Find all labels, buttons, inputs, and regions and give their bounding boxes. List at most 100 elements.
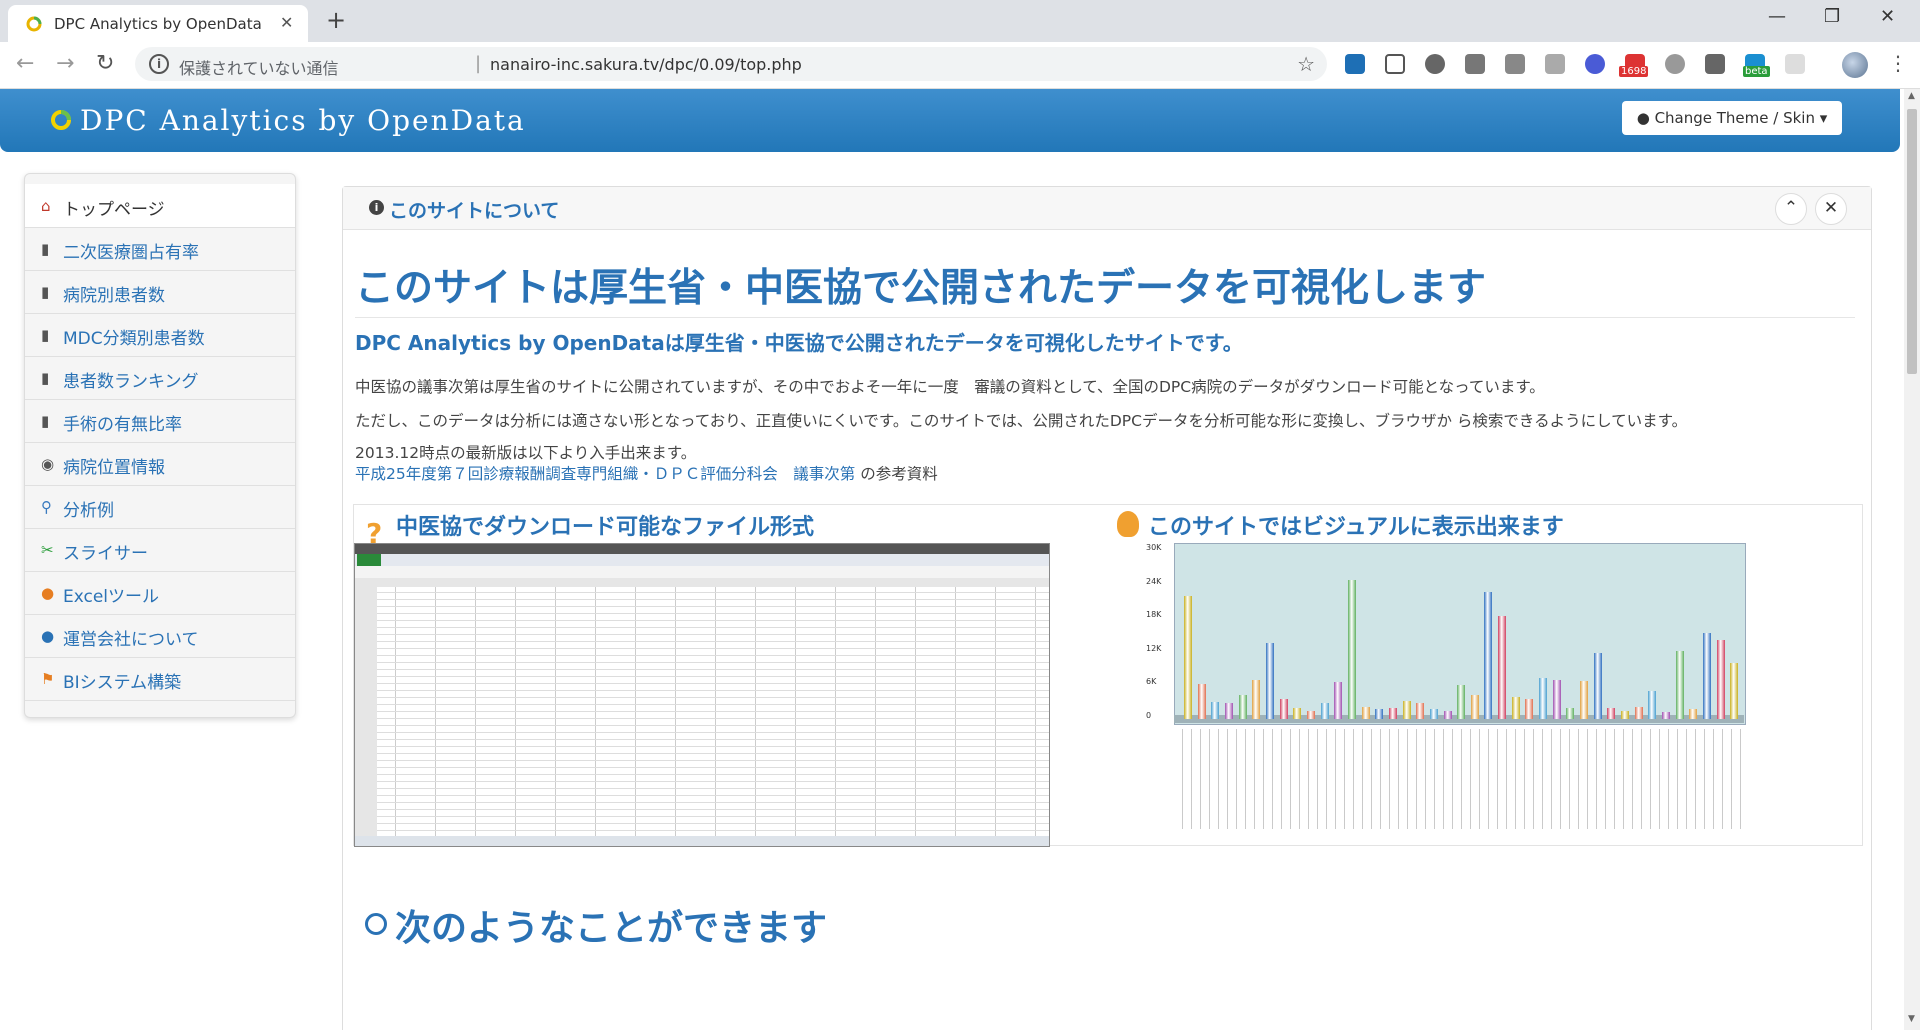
sidebar-item-label: 患者数ランキング [63, 372, 199, 392]
page-scrollbar[interactable]: ▲ ▼ [1904, 89, 1920, 1030]
chart-bar [1443, 710, 1452, 719]
chart-bar [1388, 707, 1397, 719]
excel-row-headers [355, 578, 377, 836]
new-tab-button[interactable]: + [326, 6, 346, 34]
chart-y-tick: 24K [1146, 576, 1162, 586]
back-arrow-icon[interactable]: ← [16, 51, 34, 76]
bookmark-star-icon[interactable]: ☆ [1297, 52, 1315, 76]
agenda-link[interactable]: 議事次第 [793, 465, 855, 483]
sidebar-item-label: 手術の有無比率 [63, 415, 182, 435]
minimize-button[interactable]: — [1768, 6, 1786, 27]
extension-s-icon[interactable] [1345, 54, 1365, 74]
sidebar-item-about-company[interactable]: ● 運営会社について [25, 614, 295, 658]
chart-bar [1347, 580, 1356, 719]
extension-blank-icon[interactable] [1785, 54, 1805, 74]
extension-mail-icon[interactable]: 1698 [1619, 54, 1649, 77]
info-circle-icon: i [369, 200, 384, 215]
sidebar-item-secondary-area-share[interactable]: ▮ 二次医療圏占有率 [25, 227, 295, 271]
profile-avatar[interactable] [1842, 52, 1868, 78]
divider [355, 317, 1855, 318]
extension-camera-icon[interactable] [1545, 54, 1565, 74]
features-heading-text: 次のようなことができます [395, 908, 828, 949]
chart-bar [1662, 712, 1671, 719]
drop-icon: ● [1636, 109, 1655, 127]
sidebar-item-patients-by-hospital[interactable]: ▮ 病院別患者数 [25, 270, 295, 314]
sidebar-item-slicer[interactable]: ✂ スライサー [25, 528, 295, 572]
flag-icon: ⚑ [41, 670, 55, 688]
reload-icon[interactable]: ↻ [96, 51, 114, 76]
chart-bar [1306, 710, 1315, 719]
sidebar-item-label: MDC分類別患者数 [63, 329, 205, 349]
collapse-panel-button[interactable]: ⌃ [1775, 193, 1807, 225]
extension-dropbox-icon[interactable] [1465, 54, 1485, 74]
bar-chart-icon: ▮ [41, 283, 50, 301]
info-icon[interactable]: i [149, 54, 169, 74]
sidebar-item-top[interactable]: ⌂ トップページ [25, 184, 295, 228]
chart-y-tick: 18K [1146, 610, 1162, 620]
home-icon: ⌂ [41, 197, 51, 215]
scroll-down-icon[interactable]: ▼ [1908, 1014, 1915, 1024]
excel-screenshot-image [354, 543, 1050, 847]
extension-window-icon[interactable] [1705, 54, 1725, 74]
chart-bar [1265, 642, 1274, 719]
extension-skype-icon[interactable] [1425, 54, 1445, 74]
chart-bar [1224, 703, 1233, 719]
beta-badge: beta [1743, 66, 1770, 77]
sidebar-item-label: 病院別患者数 [63, 286, 165, 306]
sidebar-item-patients-by-mdc[interactable]: ▮ MDC分類別患者数 [25, 313, 295, 357]
tab-title: DPC Analytics by OpenData [54, 15, 262, 33]
sidebar-item-hospital-location[interactable]: ◉ 病院位置情報 [25, 442, 295, 486]
about-panel: i このサイトについて ⌃ ✕ このサイトは厚生省・中医協で公開されたデータを可… [342, 186, 1872, 1030]
site-navbar: DPC Analytics by OpenData ● Change Theme… [0, 89, 1900, 152]
sidebar-item-surgery-ratio[interactable]: ▮ 手術の有無比率 [25, 399, 295, 443]
chart-bar [1429, 708, 1438, 719]
chart-bar [1593, 652, 1602, 719]
scrollbar-thumb[interactable] [1907, 109, 1917, 374]
url-text[interactable]: nanairo-inc.sakura.tv/dpc/0.09/top.php [490, 55, 802, 74]
sidebar-item-excel-tool[interactable]: ● Excelツール [25, 571, 295, 615]
browser-tab[interactable]: DPC Analytics by OpenData ✕ [8, 5, 308, 42]
bar-chart-icon: ▮ [41, 412, 50, 430]
chart-bar [1211, 702, 1220, 719]
dpc-committee-link[interactable]: 平成25年度第７回診療報酬調査専門組織・ＤＰＣ評価分科会 [355, 465, 778, 483]
change-theme-button[interactable]: ● Change Theme / Skin ▾ [1622, 101, 1842, 135]
scroll-up-icon[interactable]: ▲ [1908, 91, 1915, 101]
extension-cube-icon[interactable] [1505, 54, 1525, 74]
chart-bar [1539, 677, 1548, 719]
chart-bar [1566, 707, 1575, 719]
bar-chart-icon: ▮ [41, 369, 50, 387]
sidebar-item-analysis-examples[interactable]: ⚲ 分析例 [25, 485, 295, 529]
address-bar[interactable]: i 保護されていない通信 | nanairo-inc.sakura.tv/dpc… [135, 47, 1327, 81]
forward-arrow-icon[interactable]: → [56, 51, 74, 76]
address-separator: | [475, 53, 482, 74]
extension-check-icon[interactable] [1585, 54, 1605, 74]
chart-bar [1184, 596, 1192, 719]
chart-bar [1457, 685, 1466, 719]
ring-icon [365, 913, 387, 935]
extension-chat-icon[interactable] [1665, 54, 1685, 74]
reference-suffix: の参考資料 [860, 465, 938, 483]
chart-y-tick: 0 [1146, 711, 1152, 720]
sidebar-item-label: スライサー [63, 544, 148, 564]
tab-close-icon[interactable]: ✕ [280, 13, 293, 32]
extension-grid-icon[interactable] [1385, 54, 1405, 74]
extension-beta-icon[interactable]: beta [1743, 54, 1770, 77]
maximize-button[interactable]: ❐ [1824, 6, 1840, 27]
site-favicon-icon [26, 16, 42, 32]
sidebar-item-label: 二次医療圏占有率 [63, 243, 199, 263]
lead-text: DPC Analytics by OpenDataは厚生省・中医協で公開されたデ… [355, 331, 1243, 355]
close-panel-button[interactable]: ✕ [1815, 193, 1847, 225]
excel-file-tab [357, 554, 381, 566]
patient-bar-chart: 30K 24K 18K 12K 6K 0 [1144, 543, 1854, 845]
security-label: 保護されていない通信 [179, 59, 339, 78]
chart-bar [1334, 681, 1343, 719]
chart-bar [1402, 701, 1411, 719]
change-theme-label: Change Theme / Skin [1654, 109, 1815, 127]
close-window-button[interactable]: ✕ [1880, 6, 1895, 27]
brand-name[interactable]: DPC Analytics by OpenData [80, 104, 526, 137]
sidebar-item-bi-system[interactable]: ⚑ BIシステム構築 [25, 657, 295, 701]
sidebar-nav: ⌂ トップページ ▮ 二次医療圏占有率 ▮ 病院別患者数 ▮ MDC分類別患者数… [24, 173, 296, 718]
sidebar-item-patient-ranking[interactable]: ▮ 患者数ランキング [25, 356, 295, 400]
browser-menu-icon[interactable]: ⋮ [1888, 51, 1908, 75]
chart-bar [1675, 651, 1684, 719]
